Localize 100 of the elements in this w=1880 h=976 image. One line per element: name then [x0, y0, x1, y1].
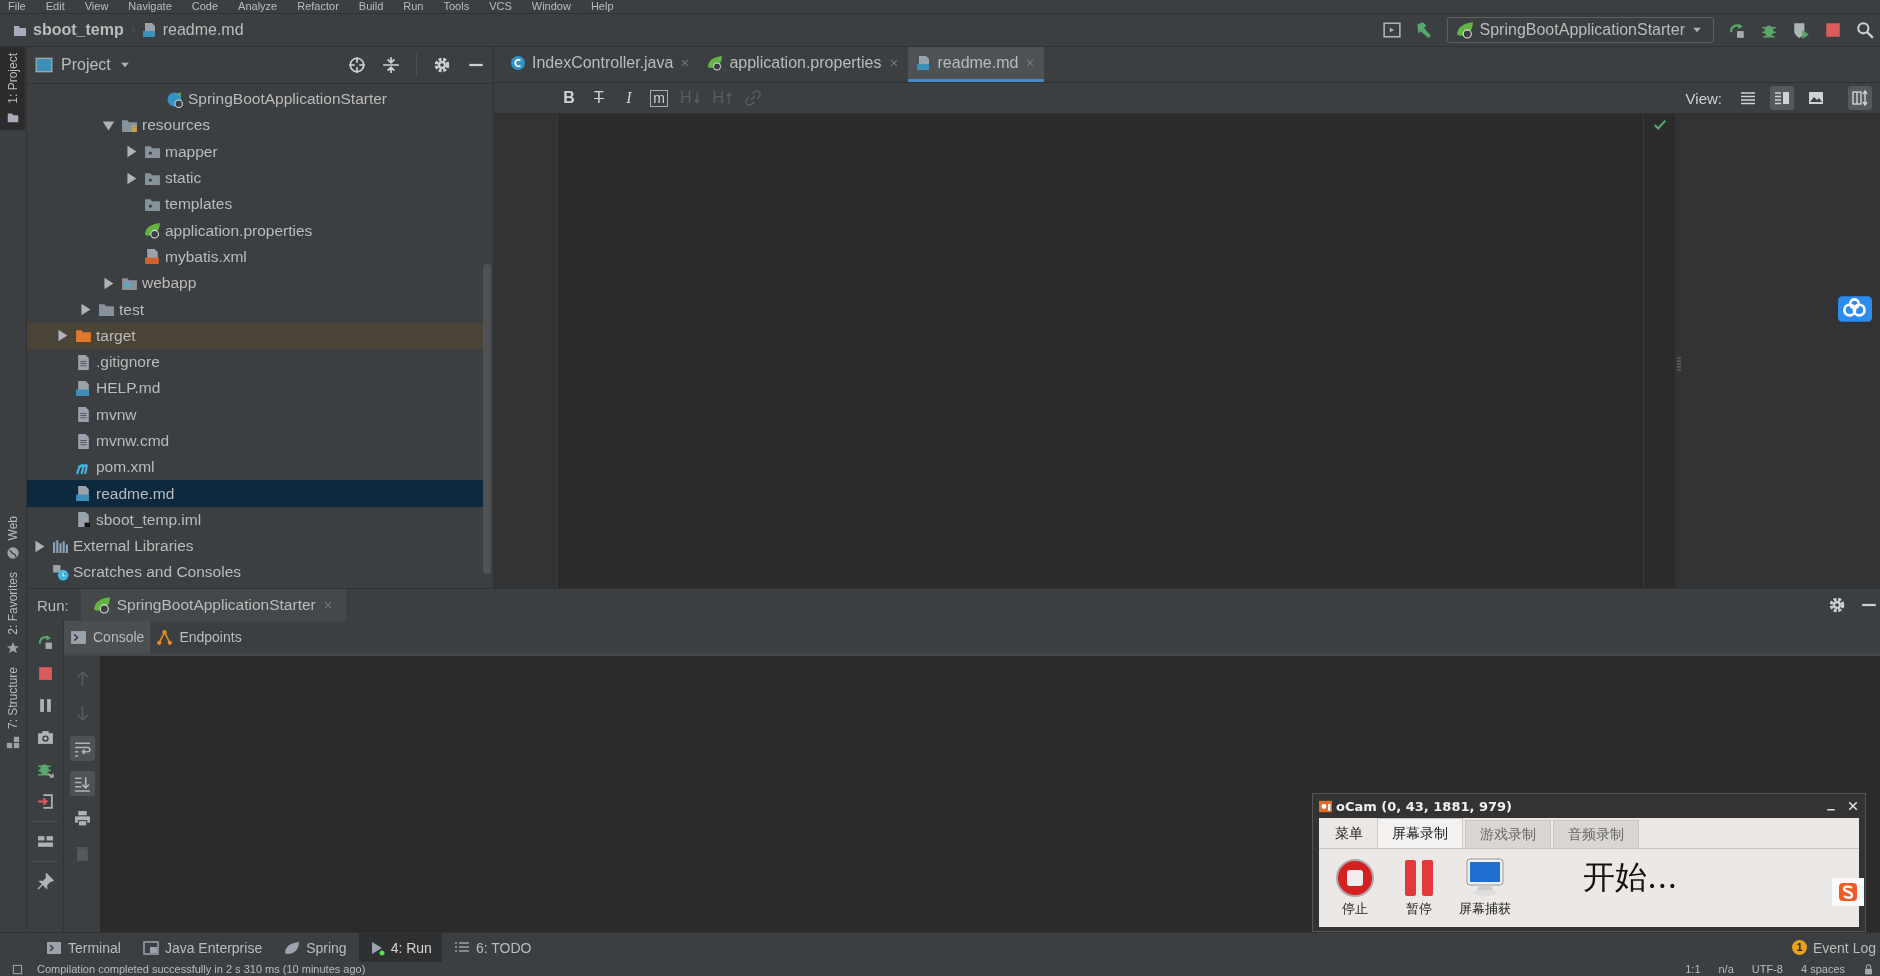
drag-handle-icon[interactable] [1677, 354, 1681, 374]
run-tab[interactable]: SpringBootApplicationStarter [80, 589, 346, 621]
menu-item[interactable]: Code [191, 0, 219, 13]
strikethrough-button[interactable]: T [590, 89, 608, 107]
exit-icon[interactable] [36, 793, 54, 810]
breadcrumb-item[interactable]: readme.md [162, 21, 244, 39]
close-icon[interactable] [1847, 800, 1859, 812]
expand-arrow-icon[interactable] [79, 303, 92, 316]
stop-icon[interactable] [1824, 21, 1842, 39]
tree-row[interactable]: resources [27, 112, 483, 139]
editor-tab[interactable]: readme.md [907, 47, 1045, 82]
tree-row[interactable]: webapp [27, 270, 483, 297]
menu-item[interactable]: File [8, 0, 26, 13]
tree-row[interactable]: mapper [27, 138, 483, 165]
tool-window-tab[interactable]: 2: Favorites [0, 566, 25, 661]
recorder-button[interactable]: 暂停 [1395, 858, 1443, 918]
tree-row[interactable]: pom.xml [27, 454, 483, 481]
collapse-all-icon[interactable] [382, 56, 400, 74]
recorder-button[interactable]: 屏幕捕获 [1459, 858, 1511, 918]
tree-row[interactable]: sboot_temp.iml [27, 506, 483, 534]
bug-icon[interactable] [36, 761, 54, 778]
pin-icon[interactable] [36, 873, 54, 890]
crosshair-icon[interactable] [348, 56, 366, 74]
input-method-icon[interactable] [1838, 882, 1858, 902]
menu-item[interactable]: Window [531, 0, 571, 13]
tree-row[interactable]: static [27, 164, 483, 192]
expand-arrow-icon[interactable] [56, 329, 69, 343]
recorder-tab[interactable]: 游戏录制 [1465, 820, 1551, 848]
shield-play-icon[interactable] [1792, 21, 1810, 39]
camera-icon[interactable] [36, 729, 54, 746]
menu-item[interactable]: Tools [443, 0, 470, 13]
status-item[interactable]: UTF-8 [1751, 962, 1783, 976]
editor-tab[interactable]: IndexController.java [502, 47, 700, 82]
sync-scroll-icon[interactable] [1848, 86, 1872, 110]
rerun-icon[interactable] [1728, 21, 1746, 39]
tree-row[interactable]: External Libraries [27, 533, 483, 560]
tool-window-tab[interactable]: 1: Project [0, 47, 25, 130]
rerun-icon[interactable] [36, 633, 54, 650]
recorder-button[interactable]: 停止 [1331, 858, 1379, 918]
tree-row[interactable]: readme.md [27, 480, 483, 507]
tree-row[interactable]: mybatis.xml [27, 243, 483, 271]
scroll-to-end-icon[interactable] [69, 771, 95, 796]
split-view-icon[interactable] [1770, 86, 1794, 110]
breadcrumb-item[interactable]: sboot_temp [33, 21, 124, 39]
scrollbar[interactable] [483, 264, 491, 574]
bold-button[interactable]: B [560, 89, 578, 107]
tree-row[interactable]: .gitignore [27, 348, 483, 376]
tree-row[interactable]: application.properties [27, 217, 483, 244]
tool-window-tab[interactable]: Web [0, 509, 25, 567]
settings-icon[interactable] [433, 56, 451, 74]
tree-row[interactable]: SpringBootApplicationStarter [27, 86, 483, 113]
menu-item[interactable]: Refactor [297, 0, 339, 13]
tool-window-tab[interactable]: Java Enterprise [132, 933, 273, 962]
tool-window-tab[interactable]: 4: Run [358, 933, 442, 962]
expand-arrow-icon[interactable] [125, 171, 138, 185]
tree-row[interactable]: Scratches and Consoles [27, 559, 483, 586]
collapse-arrow-icon[interactable] [102, 118, 115, 132]
italic-button[interactable]: I [620, 89, 638, 107]
console-tab[interactable]: Endpoints [150, 621, 248, 653]
tree-row[interactable]: mvnw [27, 401, 483, 428]
expand-arrow-icon[interactable] [33, 539, 46, 553]
tool-window-tab[interactable]: Spring [274, 933, 357, 962]
settings-icon[interactable] [1828, 596, 1846, 614]
menu-item[interactable]: Run [403, 0, 424, 13]
lock-icon[interactable] [1863, 963, 1874, 975]
menu-item[interactable]: Analyze [238, 0, 278, 13]
editor-tab[interactable]: application.properties [699, 47, 908, 82]
stop-icon[interactable] [36, 665, 54, 682]
project-view-dropdown[interactable]: Project [27, 56, 131, 74]
menu-item[interactable]: Navigate [128, 0, 172, 13]
run-configuration-dropdown[interactable]: SpringBootApplicationStarter [1446, 17, 1714, 43]
status-item[interactable]: 1:1 [1685, 962, 1701, 976]
cloud-icon[interactable] [1838, 296, 1872, 322]
menu-item[interactable]: Edit [45, 0, 65, 13]
search-icon[interactable] [1856, 21, 1874, 39]
square-icon[interactable] [12, 963, 23, 975]
tool-window-tab[interactable]: 6: TODO [443, 933, 542, 962]
tool-window-tab[interactable]: Terminal [36, 933, 131, 962]
monospace-button[interactable]: m [650, 89, 668, 107]
recorder-tab[interactable]: 菜单 [1321, 820, 1377, 848]
tree-row[interactable]: target [27, 322, 483, 349]
menu-item[interactable]: VCS [489, 0, 512, 13]
tree-row[interactable]: HELP.md [27, 375, 483, 402]
run-window-icon[interactable] [1382, 21, 1401, 39]
menu-item[interactable]: Build [358, 0, 384, 13]
tree-row[interactable]: mvnw.cmd [27, 427, 483, 455]
event-log-button[interactable]: 1 Event Log [1791, 939, 1880, 956]
status-item[interactable]: 4 spaces [1800, 962, 1845, 976]
console-tab[interactable]: Console [64, 621, 151, 653]
status-item[interactable]: n/a [1718, 962, 1734, 976]
recorder-tab[interactable]: 音频录制 [1553, 820, 1639, 848]
tree-row[interactable]: test [27, 296, 483, 323]
layout-icon[interactable] [36, 833, 54, 850]
recorder-tab[interactable]: 屏幕录制 [1377, 818, 1463, 848]
menu-item[interactable]: Help [590, 0, 614, 13]
tree-row[interactable]: templates [27, 191, 483, 218]
expand-arrow-icon[interactable] [125, 145, 138, 159]
expand-arrow-icon[interactable] [102, 276, 115, 290]
menu-item[interactable]: View [84, 0, 109, 13]
soft-wrap-icon[interactable] [69, 736, 95, 761]
